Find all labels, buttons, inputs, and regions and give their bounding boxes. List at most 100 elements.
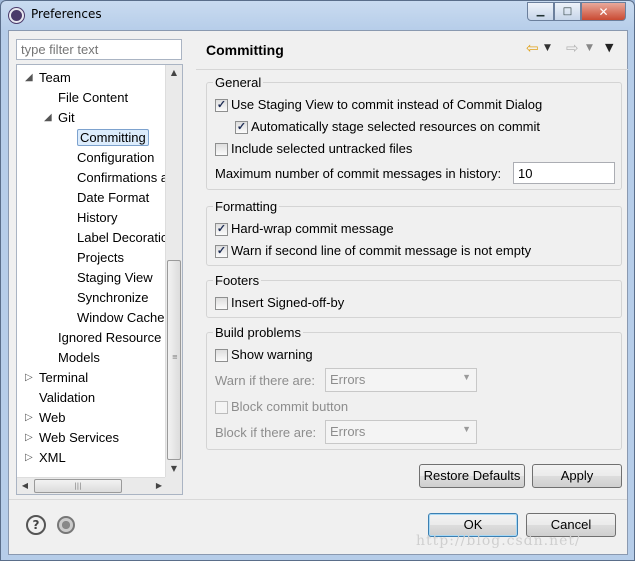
hard-wrap-label: Hard-wrap commit message [231,221,394,236]
signed-off-option[interactable]: Insert Signed-off-by [215,294,344,312]
formatting-group: Formatting ✓ Hard-wrap commit message ✓ … [206,199,622,266]
show-warning-label: Show warning [231,347,313,362]
tree-item-label: Ignored Resource [58,330,162,345]
hard-wrap-checkbox[interactable]: ✓ [215,222,228,236]
expanded-arrow-icon[interactable]: ◢ [25,68,33,88]
filter-input[interactable] [16,39,182,60]
scroll-corner [165,477,182,494]
auto-stage-option[interactable]: ✓ Automatically stage selected resources… [235,118,540,136]
scroll-left-icon[interactable]: ◀ [17,478,33,494]
collapsed-arrow-icon[interactable]: ▷ [25,408,33,428]
tree-item-label: File Content [58,90,129,105]
dialog-client-area: ◢TeamFile Content◢GitCommittingConfigura… [8,30,628,555]
tree-item[interactable]: Staging View [77,268,153,288]
close-button[interactable]: ✕ [581,2,626,21]
expanded-arrow-icon[interactable]: ◢ [44,108,52,128]
view-menu-icon[interactable]: ▼ [605,41,613,54]
close-icon: ✕ [598,4,609,19]
show-warning-option[interactable]: Show warning [215,346,313,364]
warn-second-line-option[interactable]: ✓ Warn if second line of commit message … [215,242,531,260]
max-messages-input[interactable] [513,162,615,184]
forward-dropdown-icon[interactable]: ▼ [586,43,593,53]
hard-wrap-option[interactable]: ✓ Hard-wrap commit message [215,220,394,238]
footer-divider [9,499,627,500]
collapsed-arrow-icon[interactable]: ▷ [25,428,33,448]
use-staging-view-checkbox[interactable]: ✓ [215,98,228,112]
footers-group-title: Footers [213,273,262,288]
block-commit-option[interactable]: Block commit button [215,398,348,416]
tree-vertical-scrollbar[interactable]: ▲ ≡ ▼ [165,65,182,477]
signed-off-checkbox[interactable] [215,296,228,310]
tree-item-label: Committing [77,129,149,146]
tree-item-label: Git [58,110,75,125]
scroll-down-icon[interactable]: ▼ [166,461,182,477]
block-commit-checkbox[interactable] [215,400,228,414]
formatting-group-title: Formatting [213,199,280,214]
tree-item[interactable]: Projects [77,248,124,268]
collapsed-arrow-icon[interactable]: ▷ [25,448,33,468]
tree-horizontal-scrollbar[interactable]: ◀ ||| ▶ [17,477,167,494]
forward-arrow-icon[interactable]: ⇨ [566,39,579,57]
tree-item[interactable]: Window Cache [77,308,164,328]
tree-item[interactable]: ▷ XML [25,448,66,468]
scroll-thumb-horizontal[interactable]: ||| [34,479,122,493]
tree-item-label: Configuration [77,150,155,165]
apply-button[interactable]: Apply [532,464,622,488]
tree-item-label: Window Cache [77,310,165,325]
help-icon[interactable]: ? [26,515,46,535]
tree-item[interactable]: Synchronize [77,288,149,308]
back-dropdown-icon[interactable]: ▼ [544,43,551,53]
tree-item-label: Team [39,70,71,85]
tree-item[interactable]: File Content [58,88,128,108]
tree-item[interactable]: Ignored Resource [58,328,161,348]
warn-second-line-checkbox[interactable]: ✓ [215,244,228,258]
tree-item-label: Confirmations a [77,170,169,185]
tree-item[interactable]: Models [58,348,100,368]
warn-if-value: Errors [330,372,366,387]
tree-item[interactable]: Date Format [77,188,149,208]
tree-item[interactable]: ▷ Web Services [25,428,119,448]
show-warning-checkbox[interactable] [215,348,228,362]
build-problems-group-title: Build problems [213,325,303,340]
use-staging-view-option[interactable]: ✓ Use Staging View to commit instead of … [215,96,542,114]
title-bar[interactable]: Preferences ▁ □ ✕ [1,1,634,29]
max-messages-label: Maximum number of commit messages in his… [215,166,502,181]
footers-group: Footers Insert Signed-off-by [206,273,622,318]
warn-if-select[interactable]: Errors ▼ [325,368,477,392]
tree-item[interactable]: ◢ Git [44,108,75,128]
tree-item-label: Date Format [77,190,150,205]
tree-item[interactable]: Committing [77,128,149,148]
collapsed-arrow-icon[interactable]: ▷ [25,368,33,388]
tree-item[interactable]: History [77,208,117,228]
include-untracked-checkbox[interactable] [215,142,228,156]
tree-item-label: Web [39,410,66,425]
preferences-window: Preferences ▁ □ ✕ ◢TeamFile Content◢GitC… [0,0,635,561]
tree-item[interactable]: ▷ Web [25,408,66,428]
minimize-icon: ▁ [536,6,545,17]
maximize-button[interactable]: □ [554,2,581,21]
back-arrow-icon[interactable]: ⇦ [526,39,539,57]
scroll-thumb[interactable]: ≡ [167,260,181,460]
use-staging-view-label: Use Staging View to commit instead of Co… [231,97,543,112]
eclipse-icon [9,8,24,23]
page-title: Committing [206,42,284,58]
block-if-select[interactable]: Errors ▼ [325,420,477,444]
pane-splitter[interactable] [187,31,192,495]
tree-item[interactable]: Label Decoratio [77,228,168,248]
tree-item-label: XML [39,450,66,465]
tree-item[interactable]: ▷ Terminal [25,368,88,388]
include-untracked-option[interactable]: Include selected untracked files [215,140,412,158]
tree-item[interactable]: Confirmations a [77,168,168,188]
tree-item[interactable]: Validation [39,388,95,408]
header-divider [196,69,628,70]
maximize-icon: □ [562,6,573,17]
restore-defaults-button[interactable]: Restore Defaults [419,464,525,488]
tree-item-label: Web Services [39,430,119,445]
scroll-up-icon[interactable]: ▲ [166,65,182,81]
tree-item[interactable]: ◢ Team [25,68,71,88]
auto-stage-checkbox[interactable]: ✓ [235,120,248,134]
tree-item[interactable]: Configuration [77,148,154,168]
block-if-label: Block if there are: [215,425,317,440]
record-icon[interactable] [57,516,75,534]
minimize-button[interactable]: ▁ [527,2,554,21]
